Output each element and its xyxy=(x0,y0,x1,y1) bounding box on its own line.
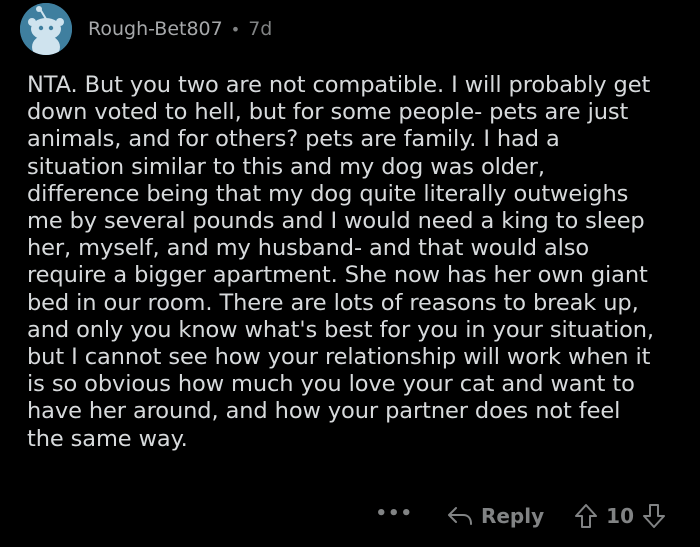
vote-controls: 10 xyxy=(574,503,666,529)
comment-actions: ••• Reply 10 xyxy=(375,498,666,534)
comment-header: Rough-Bet807 • 7d xyxy=(20,2,272,56)
vote-count: 10 xyxy=(606,504,634,528)
downvote-icon[interactable] xyxy=(642,503,666,529)
reddit-snoo-icon xyxy=(20,3,72,55)
comment-meta: Rough-Bet807 • 7d xyxy=(88,18,272,40)
meta-separator: • xyxy=(230,19,241,39)
more-icon[interactable]: ••• xyxy=(375,503,413,530)
comment-age: 7d xyxy=(248,18,273,40)
upvote-icon[interactable] xyxy=(574,503,598,529)
reply-label: Reply xyxy=(480,504,545,528)
reply-icon xyxy=(447,507,472,525)
reply-button[interactable]: Reply xyxy=(447,504,544,528)
comment-body: NTA. But you two are not compatible. I w… xyxy=(27,72,654,452)
avatar[interactable] xyxy=(20,3,72,55)
username[interactable]: Rough-Bet807 xyxy=(88,18,223,40)
